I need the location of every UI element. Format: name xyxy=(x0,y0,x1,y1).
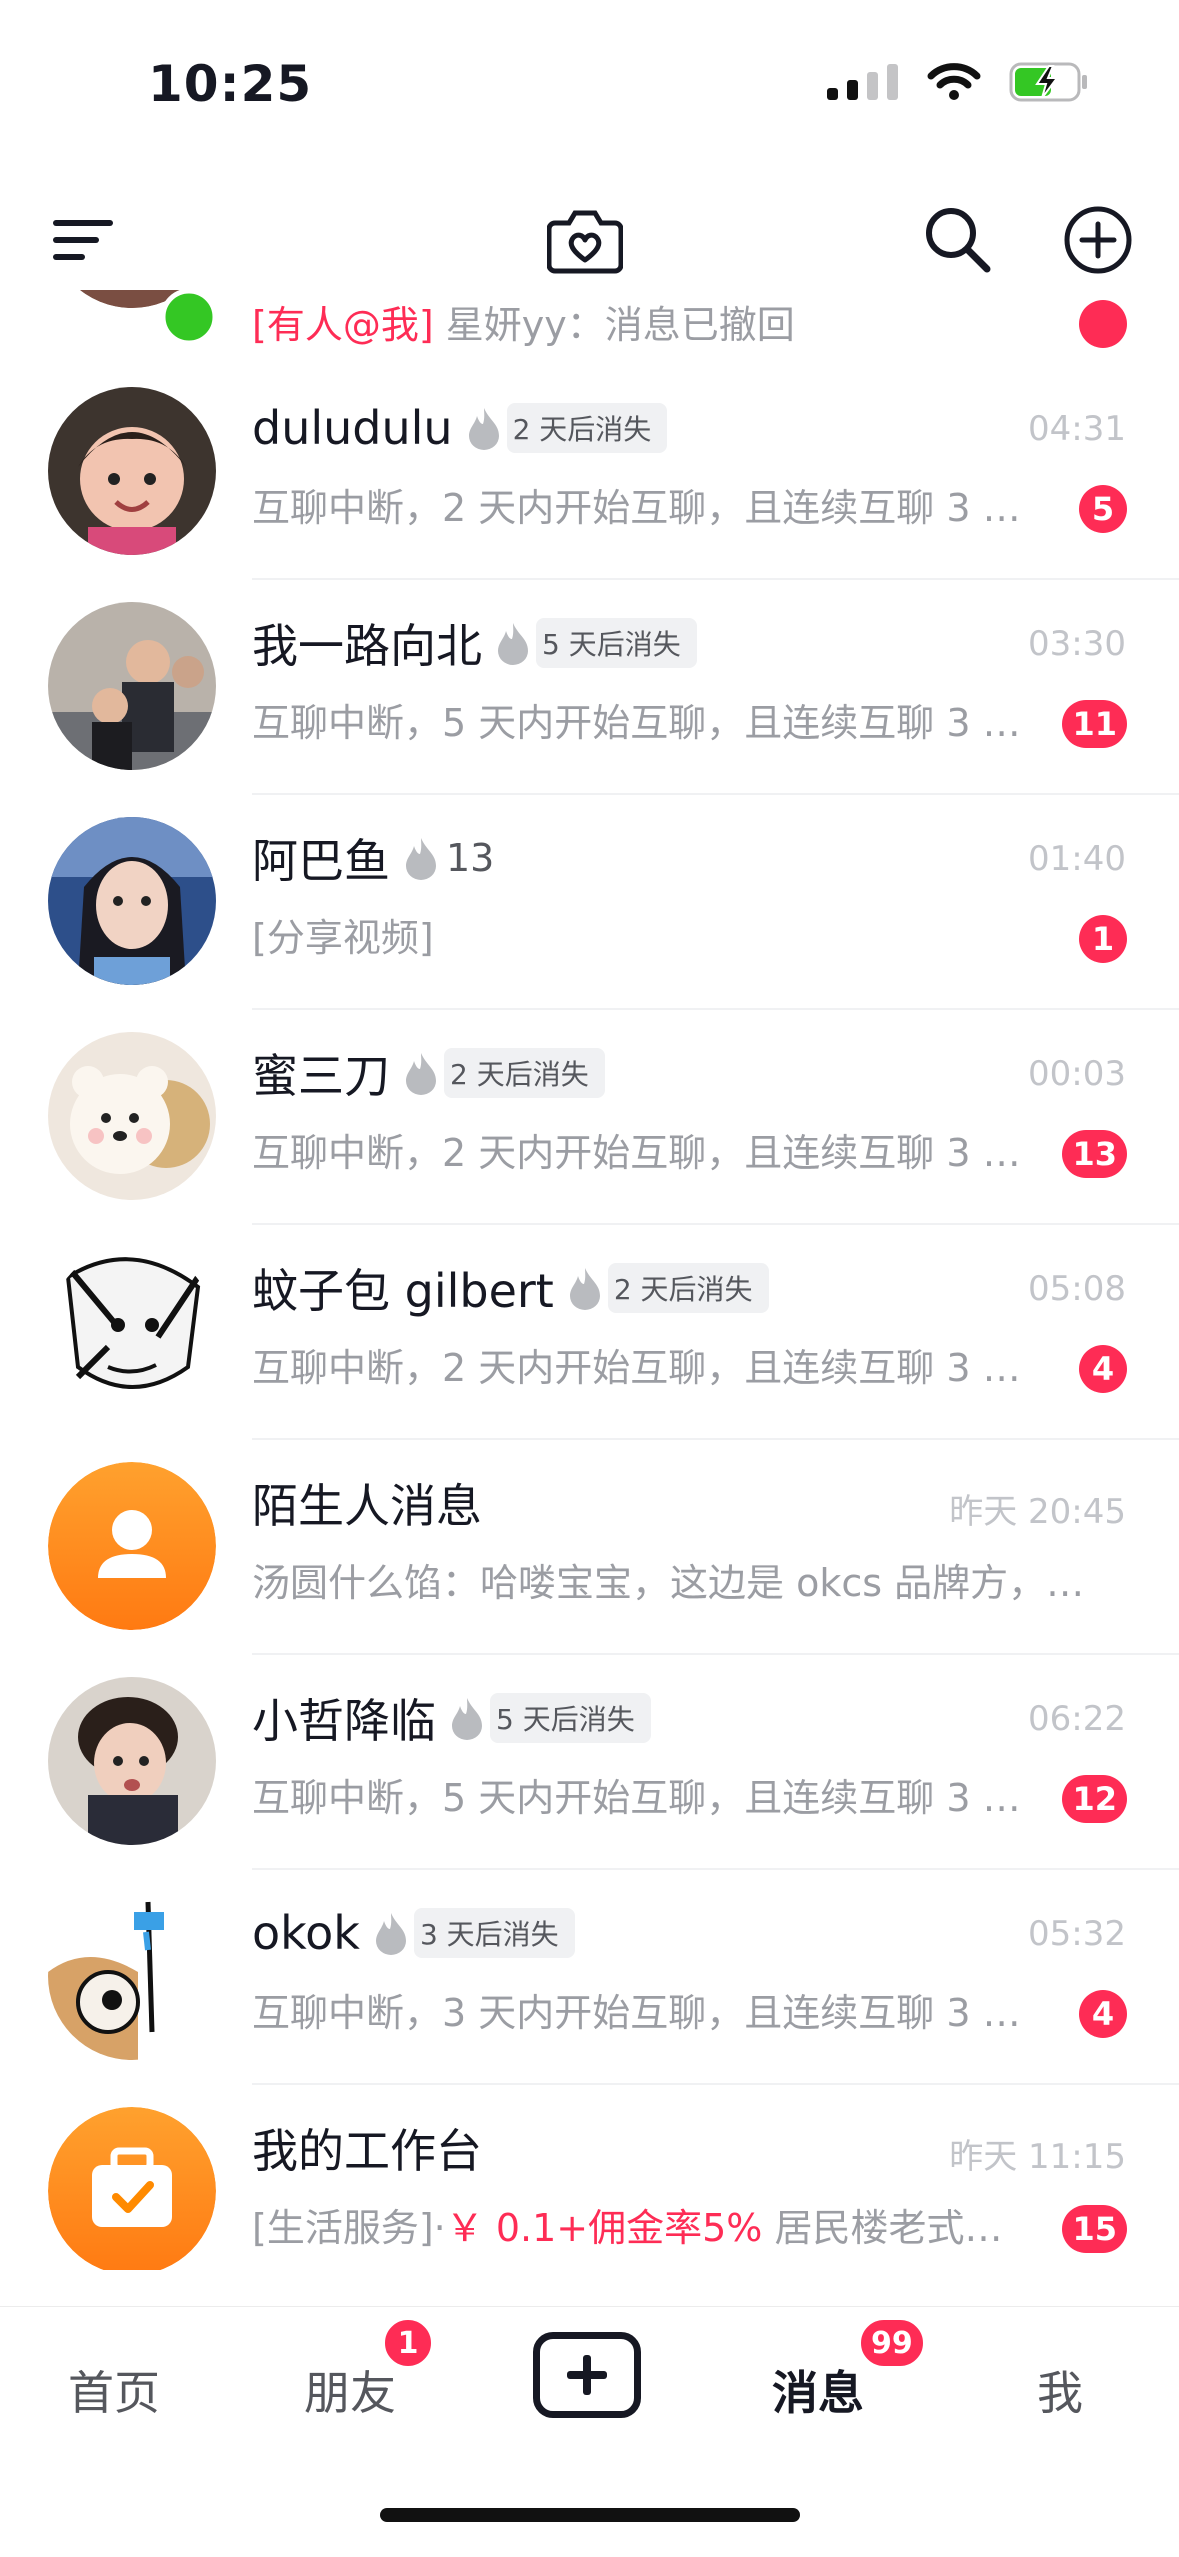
flame-countdown-tag: 2 天后消失 xyxy=(506,403,668,453)
unread-badge: 4 xyxy=(1079,1990,1127,2038)
add-button[interactable] xyxy=(1058,200,1138,280)
chat-name: 陌生人消息 xyxy=(252,1479,482,1533)
chat-name: 阿巴鱼 xyxy=(252,834,390,888)
unread-badge: 12 xyxy=(1062,1775,1127,1823)
messages-badge: 99 xyxy=(858,2317,926,2369)
unread-badge: 15 xyxy=(1062,2205,1127,2253)
avatar xyxy=(48,387,216,555)
unread-badge: 4 xyxy=(1079,1345,1127,1393)
chat-preview: 汤圆什么馅：哈喽宝宝，这边是 okcs 品牌方，想和你合作 xyxy=(252,1561,1112,1605)
unread-badge: 1 xyxy=(1079,915,1127,963)
chat-row-workbench[interactable]: 我的工作台 昨天 11:15 [生活服务]·￥ 0.1+佣金率5% 居民楼老式麻… xyxy=(0,2085,1179,2270)
battery-charging-icon xyxy=(1009,62,1087,102)
chat-list[interactable]: [有人@我] 星妍yy：消息已撤回 duludulu 2 天后消失 04:31 … xyxy=(0,290,1179,2270)
chat-name: 小哲降临 xyxy=(252,1694,436,1748)
flame-countdown-tag: 3 天后消失 xyxy=(413,1908,575,1958)
chat-name: okok xyxy=(252,1906,360,1960)
chat-row-partial[interactable]: [有人@我] 星妍yy：消息已撤回 xyxy=(0,290,1179,365)
plus-icon xyxy=(567,2355,607,2395)
chat-time: 00:03 xyxy=(1028,1054,1126,1094)
avatar xyxy=(48,1247,216,1415)
flame-countdown-tag: 5 天后消失 xyxy=(490,1693,651,1743)
chat-preview: 互聊中断，5 天内开始互聊，且连续互聊 3 天后恢复火花 xyxy=(252,1776,1032,1820)
avatar xyxy=(48,602,216,770)
flame-icon xyxy=(404,836,438,880)
create-post-button[interactable] xyxy=(533,2332,641,2418)
flame-icon xyxy=(374,1911,408,1955)
friend-moments-button[interactable] xyxy=(545,200,625,280)
avatar xyxy=(48,1462,216,1630)
flame-icon xyxy=(467,406,501,450)
chat-preview: 互聊中断，2 天内开始互聊，且连续互聊 3 天后恢复火花 xyxy=(252,1131,1032,1175)
add-circle-icon xyxy=(1064,206,1132,274)
chat-row[interactable]: 我一路向北 5 天后消失 03:30 互聊中断，5 天内开始互聊，且连续互聊 3… xyxy=(0,580,1179,795)
chat-row[interactable]: 小哲降临 5 天后消失 06:22 互聊中断，5 天内开始互聊，且连续互聊 3 … xyxy=(0,1655,1179,1870)
chat-name: 蜜三刀 xyxy=(252,1049,390,1103)
flame-countdown-tag: 2 天后消失 xyxy=(607,1263,769,1313)
chat-time: 05:32 xyxy=(1028,1914,1126,1954)
avatar xyxy=(48,1892,216,2060)
chat-preview: [有人@我] 星妍yy：消息已撤回 xyxy=(252,303,795,347)
tab-friends[interactable]: 朋友 xyxy=(304,2357,396,2423)
flame-count: 13 xyxy=(446,836,495,880)
flame-icon xyxy=(450,1696,484,1740)
search-icon xyxy=(926,208,991,273)
menu-icon xyxy=(53,220,113,260)
flame-countdown-tag: 2 天后消失 xyxy=(444,1048,605,1098)
status-bar: 10:25 xyxy=(0,0,1179,150)
chat-time: 昨天 11:15 xyxy=(949,2137,1126,2177)
home-indicator[interactable] xyxy=(380,2508,800,2522)
chat-time: 昨天 20:45 xyxy=(949,1492,1126,1532)
unread-badge-partial xyxy=(1079,300,1127,348)
unread-badge: 13 xyxy=(1062,1130,1127,1178)
online-indicator-icon xyxy=(160,290,218,346)
chat-preview: [分享视频] xyxy=(252,916,434,960)
chat-name: duludulu xyxy=(252,401,453,455)
chat-row[interactable]: okok 3 天后消失 05:32 互聊中断，3 天内开始互聊，且连续互聊 3 … xyxy=(0,1870,1179,2085)
flame-icon xyxy=(496,621,530,665)
chat-time: 01:40 xyxy=(1028,839,1126,879)
friends-badge: 1 xyxy=(382,2317,434,2369)
chat-row[interactable]: duludulu 2 天后消失 04:31 互聊中断，2 天内开始互聊，且连续互… xyxy=(0,365,1179,580)
chat-name: 我的工作台 xyxy=(252,2124,482,2178)
chat-time: 04:31 xyxy=(1028,409,1126,449)
chat-row[interactable]: 阿巴鱼 13 01:40 [分享视频] 1 xyxy=(0,795,1179,1010)
chat-preview: 互聊中断，2 天内开始互聊，且连续互聊 3 天后恢复火花 xyxy=(252,1346,1032,1390)
flame-icon xyxy=(404,1051,438,1095)
chat-preview: 互聊中断，3 天内开始互聊，且连续互聊 3 天后恢复火花 xyxy=(252,1991,1032,2035)
chat-row[interactable]: 蜜三刀 2 天后消失 00:03 互聊中断，2 天内开始互聊，且连续互聊 3 天… xyxy=(0,1010,1179,1225)
chat-preview: 互聊中断，5 天内开始互聊，且连续互聊 3 天后恢复火花 xyxy=(252,701,1032,745)
chat-name: 我一路向北 xyxy=(252,619,482,673)
cellular-signal-icon xyxy=(827,64,898,100)
chat-time: 05:08 xyxy=(1028,1269,1126,1309)
tab-messages[interactable]: 消息 xyxy=(772,2357,864,2423)
unread-badge: 11 xyxy=(1062,700,1127,748)
avatar xyxy=(48,817,216,985)
chat-preview: 互聊中断，2 天内开始互聊，且连续互聊 3 天后恢复火花 xyxy=(252,486,1032,530)
search-button[interactable] xyxy=(918,200,998,280)
flame-icon xyxy=(568,1266,602,1310)
status-time: 10:25 xyxy=(148,55,313,113)
chat-row[interactable]: 蚊子包 gilbert 2 天后消失 05:08 互聊中断，2 天内开始互聊，且… xyxy=(0,1225,1179,1440)
chat-preview: [生活服务]·￥ 0.1+佣金率5% 居民楼老式麻辣烫 xyxy=(252,2206,1032,2250)
heart-camera-icon xyxy=(547,210,623,274)
flame-countdown-tag: 5 天后消失 xyxy=(536,618,697,668)
status-icons xyxy=(827,62,1089,102)
avatar xyxy=(48,1032,216,1200)
unread-badge: 5 xyxy=(1079,485,1127,533)
chat-row-stranger-messages[interactable]: 陌生人消息 昨天 20:45 汤圆什么馅：哈喽宝宝，这边是 okcs 品牌方，想… xyxy=(0,1440,1179,1655)
tab-home[interactable]: 首页 xyxy=(68,2357,160,2423)
top-bar xyxy=(0,190,1179,300)
chat-time: 03:30 xyxy=(1028,624,1126,664)
wifi-icon xyxy=(927,63,981,100)
chat-name: 蚊子包 gilbert xyxy=(252,1264,554,1318)
avatar xyxy=(48,1677,216,1845)
chat-time: 06:22 xyxy=(1028,1699,1126,1739)
menu-button[interactable] xyxy=(48,210,118,270)
tab-me[interactable]: 我 xyxy=(1037,2357,1083,2423)
avatar xyxy=(48,2107,216,2270)
